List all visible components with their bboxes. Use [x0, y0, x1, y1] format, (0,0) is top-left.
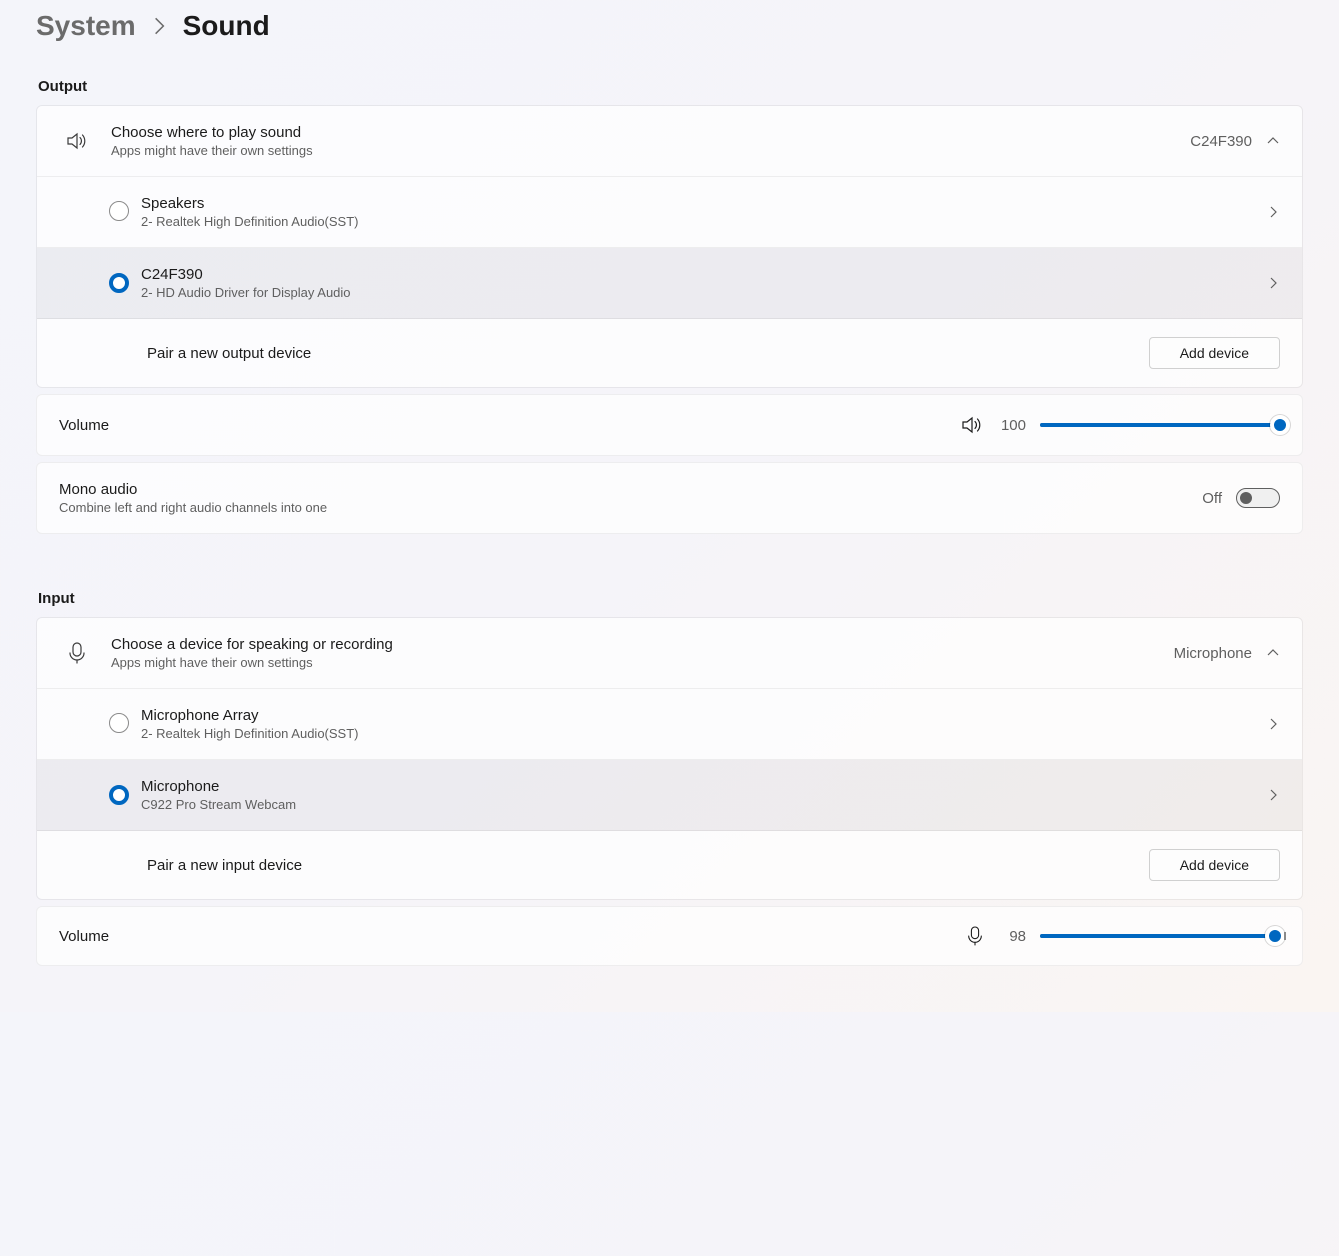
chevron-up-icon	[1266, 134, 1280, 148]
radio-checked[interactable]	[109, 273, 129, 293]
output-volume-label: Volume	[59, 417, 960, 434]
output-chooser-title: Choose where to play sound	[111, 124, 1190, 141]
output-volume-value: 100	[998, 417, 1026, 434]
chevron-right-icon[interactable]	[1266, 788, 1280, 802]
chevron-right-icon[interactable]	[1266, 276, 1280, 290]
breadcrumb: System Sound	[36, 10, 1303, 42]
input-volume-value: 98	[998, 928, 1026, 945]
mono-audio-title: Mono audio	[59, 481, 1202, 498]
output-pair-row: Pair a new output device Add device	[37, 319, 1302, 387]
speaker-icon	[960, 413, 984, 437]
mono-audio-row: Mono audio Combine left and right audio …	[36, 462, 1303, 534]
output-chooser-group: Choose where to play sound Apps might ha…	[36, 105, 1303, 388]
radio-unchecked[interactable]	[109, 201, 129, 224]
output-device-name: C24F390	[141, 266, 1266, 283]
input-device-name: Microphone	[141, 778, 1266, 795]
input-section-label: Input	[38, 590, 1303, 607]
output-device-row[interactable]: C24F390 2- HD Audio Driver for Display A…	[37, 248, 1302, 319]
output-volume-row: Volume 100	[36, 394, 1303, 456]
microphone-icon	[966, 925, 984, 947]
add-output-device-button[interactable]: Add device	[1149, 337, 1280, 369]
output-volume-slider[interactable]	[1040, 423, 1280, 427]
radio-unchecked[interactable]	[109, 713, 129, 736]
output-device-row[interactable]: Speakers 2- Realtek High Definition Audi…	[37, 177, 1302, 248]
input-device-row[interactable]: Microphone Array 2- Realtek High Definit…	[37, 689, 1302, 760]
input-chooser-subtitle: Apps might have their own settings	[111, 655, 1174, 670]
input-device-driver: C922 Pro Stream Webcam	[141, 797, 1266, 812]
speaker-icon	[59, 129, 95, 153]
output-section-label: Output	[38, 78, 1303, 95]
output-device-name: Speakers	[141, 195, 1266, 212]
chevron-right-icon[interactable]	[1266, 717, 1280, 731]
input-volume-row: Volume 98	[36, 906, 1303, 966]
microphone-icon	[59, 641, 95, 665]
output-device-driver: 2- HD Audio Driver for Display Audio	[141, 285, 1266, 300]
mono-audio-toggle[interactable]	[1236, 488, 1280, 508]
input-volume-label: Volume	[59, 928, 966, 945]
mono-audio-state: Off	[1202, 490, 1222, 507]
output-chooser-value: C24F390	[1190, 133, 1252, 150]
input-chooser-row[interactable]: Choose a device for speaking or recordin…	[37, 618, 1302, 689]
input-volume-slider[interactable]	[1040, 934, 1280, 938]
output-device-driver: 2- Realtek High Definition Audio(SST)	[141, 214, 1266, 229]
chevron-right-icon[interactable]	[1266, 205, 1280, 219]
input-device-driver: 2- Realtek High Definition Audio(SST)	[141, 726, 1266, 741]
input-chooser-value: Microphone	[1174, 645, 1252, 662]
radio-checked[interactable]	[109, 785, 129, 805]
input-device-row[interactable]: Microphone C922 Pro Stream Webcam	[37, 760, 1302, 831]
chevron-right-icon	[154, 17, 165, 35]
mono-audio-subtitle: Combine left and right audio channels in…	[59, 500, 1202, 515]
input-pair-row: Pair a new input device Add device	[37, 831, 1302, 899]
page-title: Sound	[183, 10, 270, 42]
output-chooser-subtitle: Apps might have their own settings	[111, 143, 1190, 158]
chevron-up-icon	[1266, 646, 1280, 660]
input-pair-label: Pair a new input device	[147, 857, 1149, 874]
input-chooser-group: Choose a device for speaking or recordin…	[36, 617, 1303, 900]
breadcrumb-parent[interactable]: System	[36, 10, 136, 42]
input-chooser-title: Choose a device for speaking or recordin…	[111, 636, 1174, 653]
output-chooser-row[interactable]: Choose where to play sound Apps might ha…	[37, 106, 1302, 177]
input-device-name: Microphone Array	[141, 707, 1266, 724]
add-input-device-button[interactable]: Add device	[1149, 849, 1280, 881]
output-pair-label: Pair a new output device	[147, 345, 1149, 362]
